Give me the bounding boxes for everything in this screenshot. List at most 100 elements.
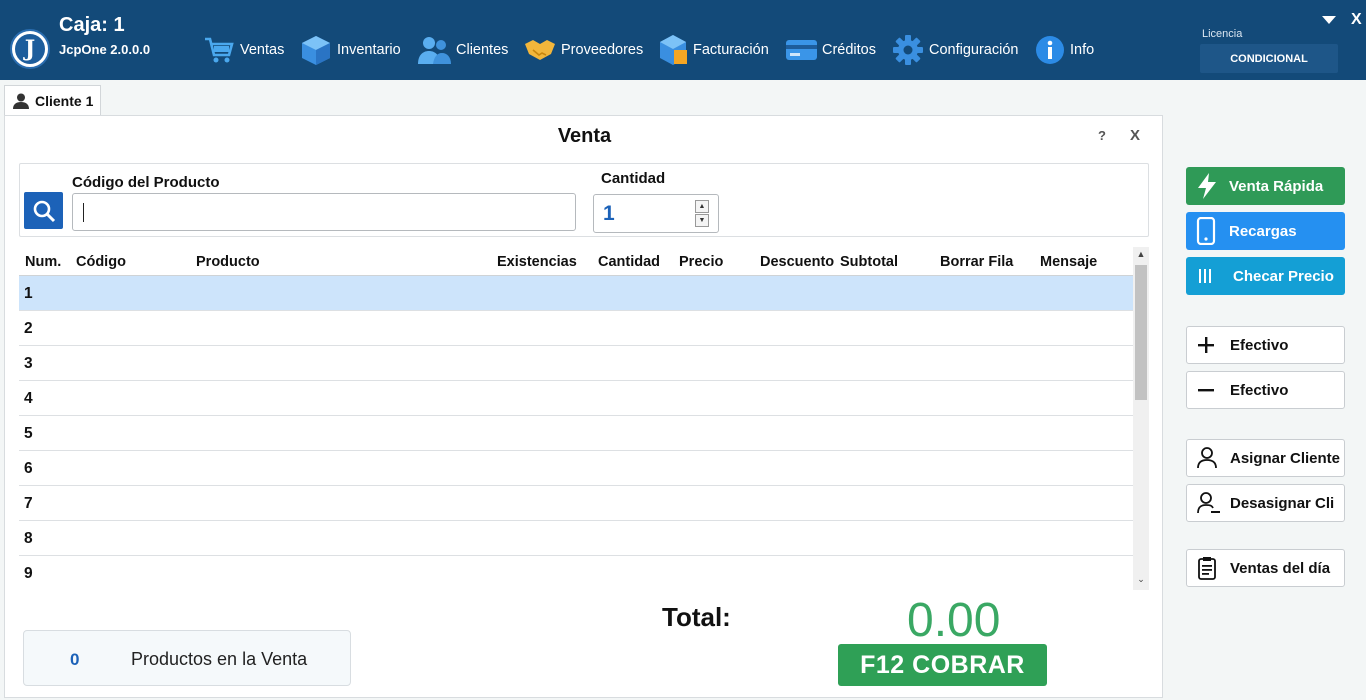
- text-caret: [83, 203, 84, 222]
- cobrar-button[interactable]: F12 COBRAR: [838, 644, 1047, 686]
- recargas-button[interactable]: Recargas: [1186, 212, 1345, 250]
- nav-label: Facturación: [693, 42, 769, 58]
- venta-rapida-button[interactable]: Venta Rápida: [1186, 167, 1345, 205]
- user-icon: [1197, 447, 1217, 469]
- button-label: Recargas: [1229, 222, 1297, 240]
- handshake-icon: [525, 40, 555, 60]
- panel-title: Venta: [557, 125, 612, 147]
- button-label: Venta Rápida: [1229, 177, 1324, 195]
- col-precio: Precio: [679, 254, 724, 270]
- cart-icon: [205, 37, 234, 63]
- credit-card-icon: [786, 40, 817, 60]
- user-icon: [13, 93, 29, 109]
- nav-inventario[interactable]: Inventario: [301, 32, 401, 68]
- col-borrar-fila: Borrar Fila: [940, 254, 1014, 270]
- nav-label: Info: [1070, 42, 1095, 58]
- table-row[interactable]: 6: [19, 451, 1133, 486]
- nav-creditos[interactable]: Créditos: [786, 32, 876, 68]
- qty-value: 1: [603, 202, 615, 225]
- nav-proveedores[interactable]: Proveedores: [524, 32, 643, 68]
- caja-title: Caja: 1: [59, 14, 125, 36]
- qty-label: Cantidad: [601, 170, 666, 187]
- button-label: Efectivo: [1230, 381, 1289, 399]
- nav-label: Proveedores: [561, 42, 644, 58]
- nav-label: Clientes: [456, 42, 509, 58]
- row-number: 9: [24, 565, 33, 582]
- table-row[interactable]: 9: [19, 556, 1133, 590]
- button-label: Asignar Cliente: [1230, 449, 1341, 467]
- efectivo-salida-button[interactable]: Efectivo: [1186, 371, 1345, 409]
- panel-close-button[interactable]: X: [1130, 127, 1140, 144]
- spin-up-icon[interactable]: ▲: [695, 200, 709, 213]
- scroll-up-icon[interactable]: ▲: [1133, 249, 1149, 263]
- phone-icon: [1196, 217, 1216, 245]
- plus-icon: [1198, 337, 1214, 353]
- efectivo-entrada-button[interactable]: Efectivo: [1186, 326, 1345, 364]
- spin-down-icon[interactable]: ▼: [695, 214, 709, 227]
- row-number: 2: [24, 320, 33, 337]
- row-number: 4: [24, 390, 33, 407]
- col-mensaje: Mensaje: [1040, 254, 1098, 270]
- checar-precio-button[interactable]: Checar Precio: [1186, 257, 1345, 295]
- row-number: 6: [24, 460, 33, 477]
- scroll-down-icon[interactable]: ⌄: [1133, 574, 1149, 588]
- code-label: Código del Producto: [72, 174, 220, 191]
- table-row[interactable]: 7: [19, 486, 1133, 521]
- nav-label: Inventario: [337, 42, 401, 58]
- search-button[interactable]: [24, 192, 63, 229]
- ventas-del-dia-button[interactable]: Ventas del día: [1186, 549, 1345, 587]
- row-number: 7: [24, 495, 33, 512]
- col-existencias: Existencias: [497, 254, 577, 270]
- product-search-box: Código del Producto Cantidad 1 ▲ ▼: [19, 163, 1149, 237]
- table-row[interactable]: 1: [19, 276, 1133, 311]
- nav-label: Configuración: [929, 42, 1019, 58]
- table-row[interactable]: 3: [19, 346, 1133, 381]
- nav-label: Ventas: [240, 42, 285, 58]
- search-icon: [33, 200, 55, 222]
- row-number: 8: [24, 530, 33, 547]
- asignar-cliente-button[interactable]: Asignar Cliente: [1186, 439, 1345, 477]
- col-subtotal: Subtotal: [840, 254, 898, 270]
- col-producto: Producto: [196, 254, 260, 270]
- total-value: 0.00: [907, 594, 1001, 647]
- nav-clientes[interactable]: Clientes: [418, 32, 508, 68]
- minus-icon: [1198, 389, 1214, 392]
- nav-ventas[interactable]: Ventas: [203, 32, 284, 68]
- button-label: Desasignar Cli: [1230, 494, 1335, 512]
- products-label: Productos en la Venta: [131, 649, 308, 669]
- license-label: Licencia: [1202, 28, 1243, 40]
- quantity-stepper[interactable]: 1 ▲ ▼: [593, 194, 719, 233]
- grid-header: Num. Código Producto Existencias Cantida…: [19, 247, 1133, 276]
- col-num: Num.: [25, 254, 62, 270]
- table-row[interactable]: 2: [19, 311, 1133, 346]
- nav-info[interactable]: Info: [1035, 32, 1094, 68]
- table-row[interactable]: 8: [19, 521, 1133, 556]
- user-remove-icon: [1197, 492, 1220, 514]
- scroll-thumb[interactable]: [1135, 265, 1147, 400]
- table-row[interactable]: 4: [19, 381, 1133, 416]
- users-icon: [418, 37, 451, 64]
- row-number: 1: [24, 285, 33, 302]
- sale-grid: Num. Código Producto Existencias Cantida…: [19, 247, 1149, 590]
- code-input[interactable]: [72, 193, 576, 231]
- row-number: 5: [24, 425, 33, 442]
- box-icon: [302, 36, 330, 65]
- col-descuento: Descuento: [760, 254, 834, 270]
- app-version: JcpOne 2.0.0.0: [59, 42, 151, 57]
- help-button[interactable]: ?: [1098, 128, 1106, 143]
- col-codigo: Código: [76, 254, 126, 270]
- tab-cliente-1[interactable]: Cliente 1: [4, 85, 101, 115]
- clipboard-icon: [1198, 557, 1216, 580]
- desasignar-cliente-button[interactable]: Desasignar Cli: [1186, 484, 1345, 522]
- table-row[interactable]: 5: [19, 416, 1133, 451]
- nav-facturacion[interactable]: Facturación: [660, 32, 769, 68]
- gear-icon: [893, 35, 923, 65]
- col-cantidad: Cantidad: [598, 254, 661, 270]
- nav-configuracion[interactable]: Configuración: [892, 32, 1018, 68]
- button-label: Checar Precio: [1233, 267, 1334, 285]
- vertical-scrollbar[interactable]: ▲ ⌄: [1133, 247, 1149, 590]
- button-label: Ventas del día: [1230, 559, 1331, 577]
- chevron-down-icon[interactable]: [1322, 16, 1336, 24]
- lightning-icon: [1198, 173, 1216, 199]
- app-close-button[interactable]: X: [1351, 11, 1362, 29]
